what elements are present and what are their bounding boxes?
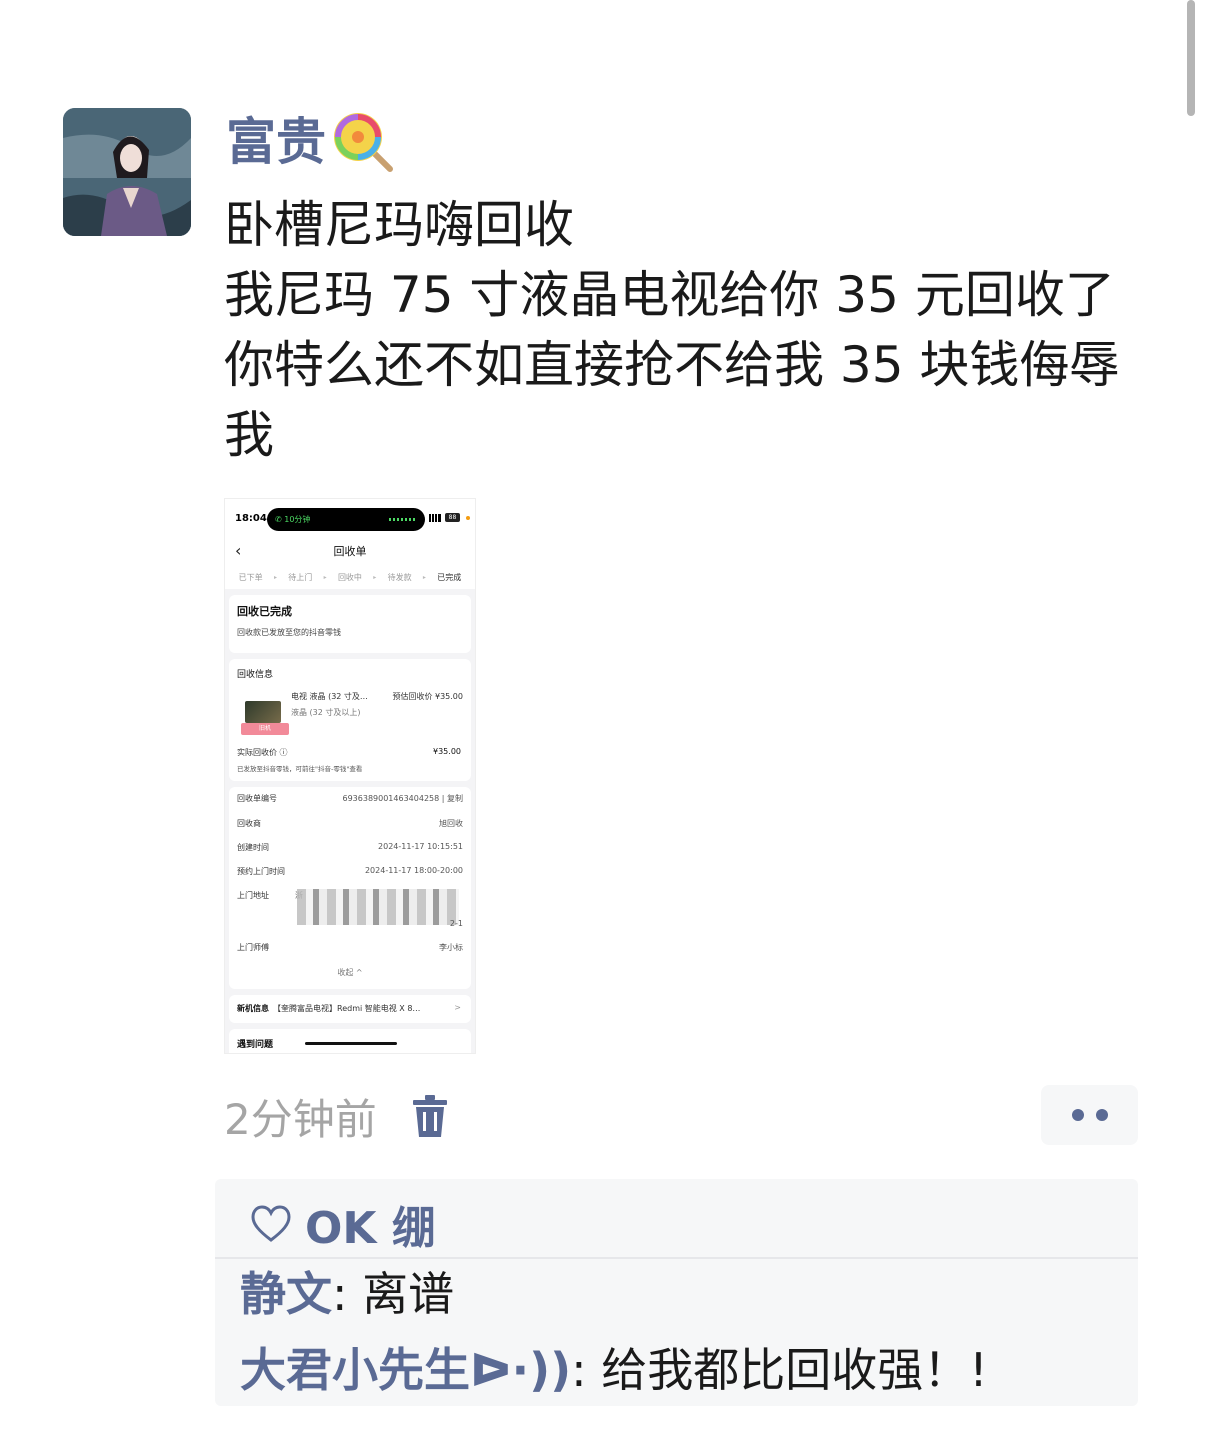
post-meta: 2分钟前 <box>224 1086 447 1146</box>
likes-row: OK 绷 <box>251 1189 436 1259</box>
step: 回收中 <box>337 572 362 582</box>
status-title: 回收已完成 <box>237 605 292 618</box>
post-username[interactable]: 富贵 <box>226 110 394 174</box>
trash-icon[interactable] <box>412 1095 447 1137</box>
more-icon[interactable] <box>1041 1085 1138 1145</box>
product-tag: 旧机 <box>241 723 289 735</box>
comment[interactable]: 大君小先生ᐅ·)): 给我都比回收强！! <box>240 1340 988 1400</box>
detail-row: 创建时间 2024-11-17 10:15:51 <box>237 842 463 854</box>
progress-steps: 已下单 ▸ 待上门 ▸ 回收中 ▸ 待发款 ▸ 已完成 <box>225 565 475 589</box>
comment-separator: : <box>571 1343 602 1397</box>
scrollbar[interactable] <box>1187 0 1195 116</box>
detail-key: 预约上门时间 <box>237 867 285 876</box>
comment-text: 给我都比回收强！! <box>601 1343 988 1397</box>
comment[interactable]: 静文: 离谱 <box>240 1264 454 1324</box>
detail-value: 2-1 <box>449 919 463 928</box>
call-duration: 10分钟 <box>284 515 311 524</box>
detail-key: 回收商 <box>237 819 261 828</box>
step-arrow-icon: ▸ <box>422 573 426 581</box>
step-arrow-icon: ▸ <box>273 573 277 581</box>
liker-names[interactable]: OK 绷 <box>305 1192 436 1256</box>
estimate-price: 预估回收价 ¥35.00 <box>392 692 463 701</box>
detail-row: 回收商 旭回收 <box>237 818 463 830</box>
step: 待上门 <box>288 572 313 582</box>
lollipop-icon <box>334 113 393 172</box>
post-text-line: 我尼玛 75 寸液晶电视给你 35 元回收了 <box>224 266 1115 324</box>
detail-row: 回收单编号 6936389001463404258 | 复制 <box>237 793 463 805</box>
phone-status-bar: 18:04 ✆ 10分钟 88 <box>225 499 475 539</box>
comment-author[interactable]: 大君小先生ᐅ·)) <box>240 1343 571 1397</box>
order-details-card: 回收单编号 6936389001463404258 | 复制 回收商 旭回收 创建时… <box>229 787 471 989</box>
more-dot <box>1095 1109 1108 1121</box>
detail-row: 2-1 <box>237 919 463 931</box>
status-time: 18:04 <box>235 513 267 524</box>
step-arrow-icon: ▸ <box>323 573 327 581</box>
avatar[interactable] <box>63 108 191 236</box>
detail-row: 预约上门时间 2024-11-17 18:00-20:00 <box>237 866 463 878</box>
chevron-right-icon: > <box>454 1003 461 1012</box>
divider <box>215 1257 1138 1259</box>
attached-screenshot[interactable]: 18:04 ✆ 10分钟 88 ‹ 回收单 已下单 ▸ 待上门 ▸ 回收中 ▸ 待发款… <box>224 498 476 1054</box>
detail-value: 2024-11-17 18:00-20:00 <box>364 866 463 875</box>
phone-icon: ✆ <box>275 515 285 524</box>
phone-page-title: 回收单 <box>333 545 367 558</box>
username-text: 富贵 <box>226 113 326 171</box>
indicator-dot <box>466 516 470 520</box>
payout-note: 已发放至抖音零钱，可前往"抖音-零钱"查看 <box>237 765 363 773</box>
new-device-label: 新机信息 <box>237 1004 269 1013</box>
home-indicator <box>305 1042 397 1045</box>
step: 待发款 <box>387 572 412 582</box>
info-title: 回收信息 <box>237 670 274 680</box>
heart-icon <box>251 1205 291 1242</box>
detail-key: 上门师傅 <box>237 943 269 952</box>
post-text-line: 我 <box>224 406 274 464</box>
post-text-line: 你特么还不如直接抢不给我 35 块钱侮辱 <box>224 336 1120 394</box>
call-pill: ✆ 10分钟 <box>267 508 425 531</box>
detail-value: 李小标 <box>439 943 463 952</box>
detail-value: 6936389001463404258 | 复制 <box>342 794 464 803</box>
detail-key: 上门地址 <box>237 891 269 900</box>
step: 已下单 <box>238 572 263 582</box>
detail-value: 旭回收 <box>439 819 463 828</box>
product-name: 电视 液晶 (32 寸及… <box>291 692 368 701</box>
comment-author[interactable]: 静文 <box>240 1267 332 1321</box>
recycle-info-card: 回收信息 电视 液晶 (32 寸及… 预估回收价 ¥35.00 液晶 (32 寸… <box>229 659 471 781</box>
product-spec: 液晶 (32 寸及以上) <box>291 708 361 717</box>
detail-value: 2024-11-17 10:15:51 <box>378 842 463 851</box>
problem-label: 遇到问题 <box>237 1040 274 1050</box>
status-card: 回收已完成 回收款已发放至您的抖音零钱 <box>229 595 471 653</box>
actual-price-label: 实际回收价 ⓘ <box>237 748 288 757</box>
new-device-card: 新机信息 【奎腾富品电视】Redmi 智能电视 X 8… > <box>229 995 471 1023</box>
post-text: 卧槽尼玛嗨回收 我尼玛 75 寸液晶电视给你 35 元回收了 你特么还不如直接抢… <box>224 190 1154 470</box>
actual-price-value: ¥35.00 <box>433 747 461 756</box>
step-arrow-icon: ▸ <box>373 573 377 581</box>
status-subtitle: 回收款已发放至您的抖音零钱 <box>237 628 341 637</box>
detail-key: 回收单编号 <box>237 794 277 803</box>
step-current: 已完成 <box>437 572 462 582</box>
detail-row: 上门师傅 李小标 <box>237 942 463 954</box>
comment-separator: : <box>332 1267 363 1321</box>
detail-key: 创建时间 <box>237 843 269 852</box>
product-thumbnail <box>245 701 281 723</box>
battery-icon: 88 <box>445 513 460 522</box>
avatar-image <box>63 108 191 236</box>
signal-icon <box>429 514 441 522</box>
phone-nav-bar: ‹ 回收单 <box>225 539 475 565</box>
comment-text: 离谱 <box>362 1267 455 1321</box>
more-dot <box>1071 1109 1084 1121</box>
post-time: 2分钟前 <box>224 1094 377 1144</box>
new-device-value: 【奎腾富品电视】Redmi 智能电视 X 8… <box>273 1004 421 1013</box>
audio-wave-icon <box>389 518 415 521</box>
post-text-line: 卧槽尼玛嗨回收 <box>224 196 574 254</box>
collapse-toggle: 收起 ^ <box>337 968 363 977</box>
